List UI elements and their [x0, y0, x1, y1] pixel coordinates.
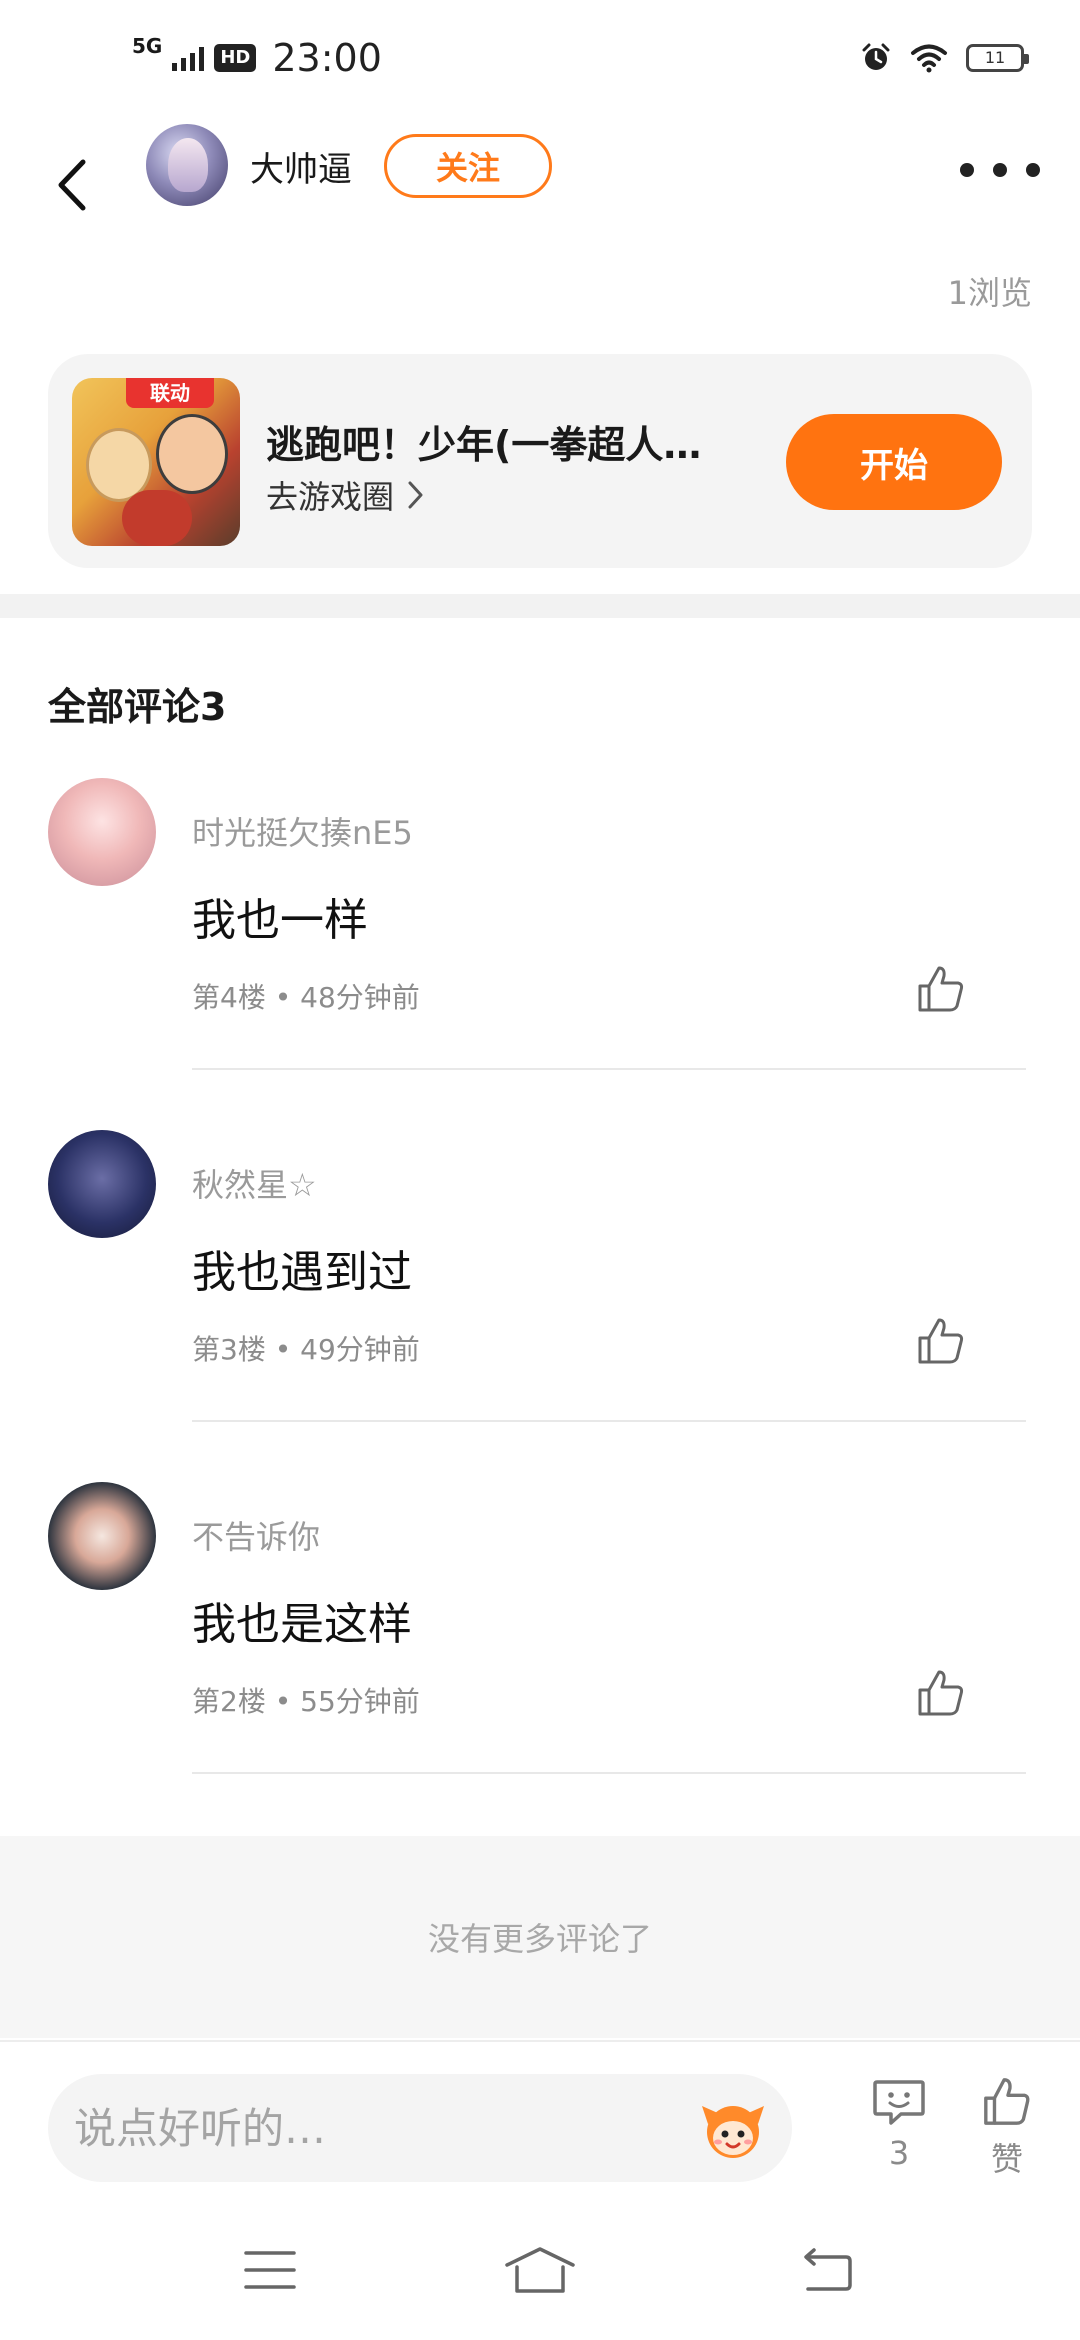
- status-left: 5G HD 23:00: [132, 34, 382, 80]
- comment-divider: [192, 1068, 1026, 1070]
- signal-icon: [172, 45, 205, 71]
- comment-meta: 第2楼 • 55分钟前: [192, 1685, 420, 1718]
- dot-icon: [1026, 163, 1040, 177]
- comment-bubble-icon: [873, 2080, 925, 2125]
- thumbs-up-icon[interactable]: [914, 1666, 968, 1720]
- comment-input-bar: 3 赞: [0, 2040, 1080, 2200]
- comment-text[interactable]: 我也一样: [192, 884, 368, 948]
- comment-divider: [192, 1772, 1026, 1774]
- game-thumbnail[interactable]: 联动: [72, 378, 240, 546]
- mascot-emoji-icon[interactable]: [698, 2094, 768, 2164]
- system-nav-bar: [0, 2200, 1080, 2340]
- dot-icon: [960, 163, 974, 177]
- nav-home-button[interactable]: [500, 2240, 580, 2300]
- commenter-avatar[interactable]: [48, 778, 156, 886]
- hd-badge: HD: [214, 44, 257, 72]
- menu-icon: [244, 2251, 296, 2289]
- follow-button[interactable]: 关注: [384, 134, 552, 198]
- view-count: 1浏览: [947, 274, 1032, 312]
- back-button[interactable]: [44, 140, 100, 230]
- collab-tag: 联动: [126, 378, 214, 408]
- status-bar: 5G HD 23:00 11: [0, 0, 1080, 120]
- wifi-icon: [911, 44, 947, 73]
- comment-meta: 第3楼 • 49分钟前: [192, 1333, 420, 1366]
- back-arrow-icon: [804, 2248, 852, 2291]
- game-title[interactable]: 逃跑吧！少年(一拳超人…: [266, 414, 766, 469]
- author-avatar[interactable]: [146, 124, 228, 206]
- home-icon: [505, 2247, 575, 2293]
- game-card[interactable]: 联动 逃跑吧！少年(一拳超人… 去游戏圈 开始: [48, 354, 1032, 568]
- game-circle-link[interactable]: 去游戏圈: [266, 472, 424, 518]
- dot-icon: [993, 163, 1007, 177]
- status-right: 11: [860, 42, 1029, 74]
- section-divider: [0, 594, 1080, 618]
- commenter-avatar[interactable]: [48, 1482, 156, 1590]
- thumbs-up-icon: [984, 2078, 1030, 2125]
- no-more-comments: 没有更多评论了: [0, 1836, 1080, 2038]
- comment-input[interactable]: [74, 2074, 674, 2182]
- nav-back-button[interactable]: [784, 2240, 864, 2300]
- commenter-name[interactable]: 秋然星☆: [192, 1160, 317, 1206]
- comment-text[interactable]: 我也是这样: [192, 1588, 412, 1652]
- chevron-left-icon: [58, 159, 86, 211]
- comment-item: 秋然星☆ 我也遇到过 第3楼 • 49分钟前: [0, 1130, 1080, 1482]
- comment-item: 时光挺欠揍nE5 我也一样 第4楼 • 48分钟前: [0, 778, 1080, 1130]
- network-label: 5G: [132, 34, 163, 58]
- comments-count-button[interactable]: 3: [864, 2076, 934, 2172]
- comment-count: 3: [888, 2134, 910, 2172]
- comment-text[interactable]: 我也遇到过: [192, 1236, 412, 1300]
- comment-input-container[interactable]: [48, 2074, 792, 2182]
- alarm-icon: [862, 43, 890, 70]
- comment-item: 不告诉你 我也是这样 第2楼 • 55分钟前: [0, 1482, 1080, 1834]
- author-name[interactable]: 大帅逼: [250, 142, 352, 191]
- comment-meta: 第4楼 • 48分钟前: [192, 981, 420, 1014]
- commenter-avatar[interactable]: [48, 1130, 156, 1238]
- comment-divider: [192, 1420, 1026, 1422]
- thumbs-up-icon[interactable]: [914, 1314, 968, 1368]
- more-options-button[interactable]: [960, 140, 1040, 200]
- post-header: 大帅逼 关注 1浏览: [0, 120, 1080, 312]
- like-button[interactable]: 赞: [972, 2076, 1042, 2180]
- nav-menu-button[interactable]: [230, 2240, 310, 2300]
- start-game-button[interactable]: 开始: [786, 414, 1002, 510]
- battery-icon: 11: [966, 44, 1029, 72]
- thumbs-up-icon[interactable]: [914, 962, 968, 1016]
- commenter-name[interactable]: 时光挺欠揍nE5: [192, 808, 413, 854]
- status-time: 23:00: [272, 36, 382, 80]
- chevron-right-icon: [408, 481, 423, 509]
- comments-title: 全部评论3: [48, 685, 227, 729]
- like-label: 赞: [990, 2140, 1023, 2178]
- game-circle-label: 去游戏圈: [266, 478, 395, 516]
- commenter-name[interactable]: 不告诉你: [192, 1512, 320, 1558]
